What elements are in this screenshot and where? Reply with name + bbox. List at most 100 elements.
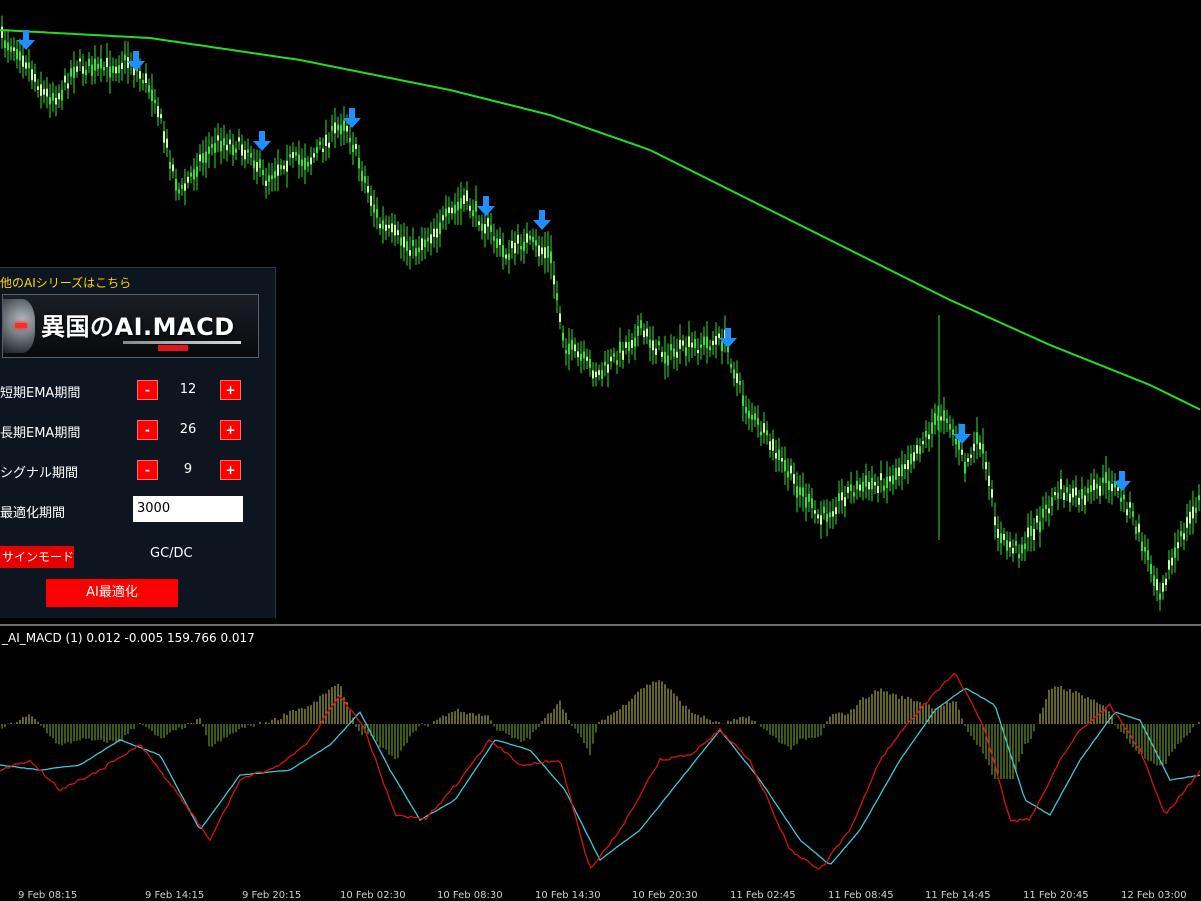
candle [823,506,825,514]
candle [73,66,75,78]
candle [160,114,162,119]
candle [895,468,897,480]
slow-ema-label: 長期EMA期間 [0,426,81,441]
candle [436,228,438,238]
candle [1087,488,1089,493]
time-tick: 11 Feb 08:45 [828,890,894,901]
robot-face-icon [3,299,35,353]
candle [313,153,315,158]
candle [739,380,741,385]
optimize-period-label: 最適化期間 [0,506,66,521]
candle [1117,487,1119,491]
candle [235,148,237,153]
candle [1162,583,1164,592]
candle [772,439,774,451]
candle [361,170,363,182]
candle [571,339,573,350]
candle [259,159,261,168]
candle [139,71,141,79]
down-arrow-icon [477,196,495,216]
candle [769,441,771,450]
ai-optimize-button[interactable]: AI最適化 [46,579,178,607]
candle [433,228,435,237]
candle [1141,541,1143,552]
candle [1189,511,1191,524]
candle [1054,492,1056,496]
candle [43,89,45,95]
candle [1042,508,1044,518]
candle [388,224,390,229]
candle [733,369,735,379]
candle [109,66,111,78]
candle [589,358,591,368]
candle [955,438,957,445]
candle [4,40,6,49]
candle [814,510,816,514]
candle [370,195,372,206]
candle [766,430,768,436]
candle [202,153,204,163]
candle [1153,575,1155,586]
candle [268,175,270,182]
panel-title[interactable]: 他のAIシリーズはこちら [0,274,131,291]
candle [820,515,822,525]
candle [790,465,792,474]
candle [988,475,990,486]
candle [205,151,207,163]
sign-mode-button[interactable]: サインモード [0,546,74,568]
candle [22,55,24,67]
candle [148,85,150,93]
candle [994,516,996,526]
candle [631,340,633,348]
fast-ema-plus-button[interactable]: + [220,380,241,400]
candle [481,223,483,231]
candle [1069,493,1071,503]
candle [13,47,15,51]
candle [886,476,888,489]
candle [667,355,669,366]
candle [418,247,420,253]
candle [829,512,831,518]
signal-period-label: シグナル期間 [0,466,79,481]
candle [145,73,147,83]
candle [898,467,900,477]
signal-period-minus-button[interactable]: - [137,460,158,480]
slow-ema-plus-button[interactable]: + [220,420,241,440]
candle [931,422,933,434]
candle [478,221,480,225]
candle [295,152,297,156]
candle [835,507,837,515]
candle [688,336,690,347]
candle [454,204,456,214]
signal-period-plus-button[interactable]: + [220,460,241,480]
signal-line [0,687,1201,865]
candle [424,239,426,248]
optimize-period-input[interactable]: 3000 [133,496,243,522]
candle [712,340,714,346]
candle [187,176,189,183]
fast-ema-value: 12 [179,382,197,397]
candle [1072,488,1074,498]
candle [853,492,855,497]
slow-ema-minus-button[interactable]: - [137,420,158,440]
down-arrow-icon [253,131,271,151]
candle [367,186,369,193]
candle [352,144,354,153]
candle [610,356,612,362]
candle [403,236,405,248]
candle [1165,578,1167,585]
candle [847,486,849,493]
candle [1186,517,1188,528]
candle [409,250,411,256]
pane-separator[interactable] [0,624,1201,626]
candle [220,141,222,152]
fast-ema-minus-button[interactable]: - [137,380,158,400]
candle [334,122,336,134]
candle [547,245,549,258]
candle [199,154,201,162]
logo-banner[interactable]: 異国のAI.MACD [2,294,259,358]
candle [1000,533,1002,544]
candle [316,146,318,154]
candle [457,201,459,211]
candle [910,453,912,465]
